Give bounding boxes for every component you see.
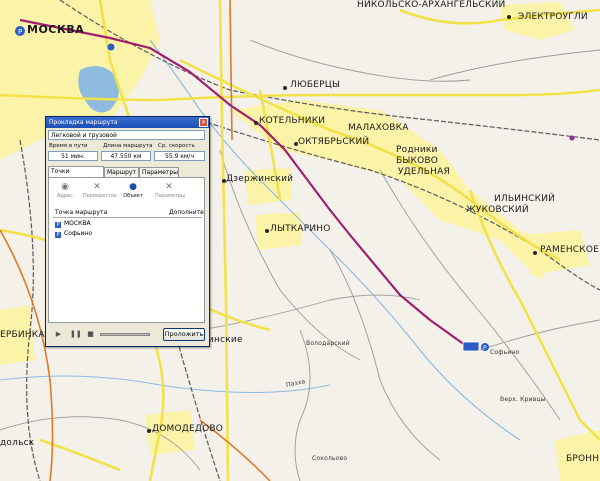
time-value: 51 мин. bbox=[48, 151, 98, 161]
town-dot bbox=[222, 179, 226, 183]
label-sofino: Софьино bbox=[490, 349, 520, 356]
list-item[interactable]: P Софьино bbox=[55, 230, 92, 238]
params-button[interactable]: ✕ Параметры bbox=[155, 181, 185, 203]
label-volodarsky: Володарский bbox=[306, 340, 350, 347]
label-podolsk: дольск bbox=[0, 438, 35, 448]
route-point-icon: P bbox=[55, 232, 61, 238]
label-elektrougli: ЭЛЕКТРОУГЛИ bbox=[518, 12, 588, 22]
time-label: Время в пути bbox=[49, 143, 88, 149]
address-button[interactable]: ◉ Адрес bbox=[51, 181, 79, 203]
tab-route-points[interactable]: Точки маршрута bbox=[48, 166, 104, 185]
route-point bbox=[329, 209, 331, 211]
list-item[interactable]: P МОСКВА bbox=[55, 220, 91, 228]
label-oktyabrsky: ОКТЯБРЬСКИЙ bbox=[298, 137, 370, 147]
major-road bbox=[148, 329, 165, 481]
start-marker: P bbox=[15, 26, 25, 36]
speed-slider[interactable] bbox=[100, 333, 150, 336]
label-kotelniki: КОТЕЛЬНИКИ bbox=[259, 116, 326, 126]
label-krivtsy: Верх. Кривцы bbox=[500, 396, 546, 403]
airport-marker bbox=[107, 43, 115, 51]
label-sokolovo: Сокольово bbox=[312, 455, 348, 462]
highway bbox=[229, 0, 233, 141]
label-malakhovka: МАЛАХОВКА bbox=[348, 123, 409, 133]
tab-content: ◉ Адрес ✕ Перекресток ● Объект ✕ Парамет… bbox=[48, 177, 205, 323]
town-dot bbox=[254, 121, 258, 125]
route-point bbox=[399, 294, 401, 296]
finish-marker: P bbox=[462, 341, 489, 352]
label-bronni: БРОНН bbox=[566, 454, 600, 464]
column-extra: Дополните bbox=[169, 209, 204, 216]
playback-controls: ▶ ❚❚ ■ Проложить bbox=[48, 327, 205, 342]
minor-road bbox=[249, 39, 471, 82]
route-point-icon: P bbox=[55, 222, 61, 228]
route-panel: Прокладка маршрута × Легковой и грузовой… bbox=[45, 116, 210, 347]
vehicle-type-select[interactable]: Легковой и грузовой bbox=[48, 130, 205, 140]
pause-icon[interactable]: ❚❚ bbox=[70, 330, 82, 339]
points-list-header: Точка маршрута Дополните bbox=[53, 208, 204, 218]
svg-text:P: P bbox=[18, 28, 22, 36]
tab-route[interactable]: Маршрут bbox=[104, 167, 139, 177]
label-dzerzhinsky: Дзержинский bbox=[226, 174, 294, 184]
close-button[interactable]: × bbox=[199, 118, 208, 127]
town-dot bbox=[533, 251, 537, 255]
panel-title-text: Прокладка маршрута bbox=[49, 119, 118, 126]
major-road bbox=[218, 0, 230, 481]
minor-road bbox=[199, 294, 421, 331]
length-label: Длина маршрута bbox=[103, 143, 153, 149]
tab-parameters[interactable]: Параметры bbox=[139, 167, 179, 177]
label-rodniki: Родники bbox=[396, 145, 438, 155]
params-icon: ✕ bbox=[165, 182, 173, 192]
label-lytkarino: ЛЫТКАРИНО bbox=[270, 224, 331, 234]
object-icon: ● bbox=[129, 182, 137, 192]
panel-title[interactable]: Прокладка маршрута × bbox=[46, 117, 209, 128]
route-point bbox=[149, 47, 151, 49]
label-bykovo: БЫКОВО bbox=[396, 156, 439, 166]
svg-text:P: P bbox=[483, 345, 487, 352]
length-value: 47.550 км bbox=[101, 151, 151, 161]
town-dot bbox=[294, 142, 298, 146]
route-point bbox=[229, 104, 231, 106]
crossroad-button[interactable]: ✕ Перекресток bbox=[83, 181, 117, 203]
label-domodedovo: ДОМОДЕДОВО bbox=[152, 424, 224, 434]
label-lyubertsy: ЛЮБЕРЦЫ bbox=[290, 80, 341, 90]
label-nikolsko: НИКОЛЬСКО-АРХАНГЕЛЬСКИЙ bbox=[357, 0, 506, 10]
label-erbinka: ЕРБИНКА bbox=[0, 330, 45, 340]
town-dot bbox=[283, 86, 287, 90]
stop-icon[interactable]: ■ bbox=[86, 330, 95, 339]
label-ilinsky: ИЛЬИНСКИЙ bbox=[494, 194, 556, 204]
speed-label: Ср. скорость bbox=[158, 143, 195, 149]
play-icon[interactable]: ▶ bbox=[54, 330, 63, 339]
minor-road bbox=[294, 329, 311, 481]
town-dot bbox=[265, 229, 269, 233]
label-zhukovsky: ЖУКОВСКИЙ bbox=[466, 205, 529, 215]
address-icon: ◉ bbox=[61, 182, 69, 192]
label-ramenskoe: РАМЕНСКОЕ bbox=[540, 245, 600, 255]
crossroad-icon: ✕ bbox=[93, 182, 101, 192]
label-udelnaya: УДЕЛЬНАЯ bbox=[398, 167, 450, 177]
speed-value: 55.9 км/ч bbox=[154, 151, 205, 161]
town-dot bbox=[507, 15, 511, 19]
town-dot bbox=[147, 429, 151, 433]
column-point: Точка маршрута bbox=[55, 209, 108, 216]
build-route-button[interactable]: Проложить bbox=[163, 328, 205, 341]
label-moskva: МОСКВА bbox=[27, 23, 85, 36]
label-vinskie: инские bbox=[208, 335, 243, 345]
minor-road bbox=[429, 49, 600, 81]
poi-marker bbox=[569, 135, 575, 141]
object-button[interactable]: ● Объект bbox=[119, 181, 147, 203]
